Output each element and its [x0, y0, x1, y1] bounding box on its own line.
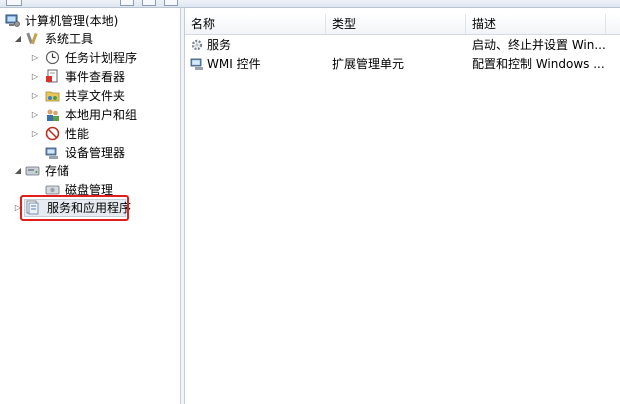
item-type: 扩展管理单元 — [332, 57, 405, 71]
storage-icon — [25, 166, 40, 176]
tree-item-system-tools[interactable]: ◢ 系统工具 — [0, 30, 180, 48]
toolbar-strip — [0, 0, 620, 8]
tools-icon — [26, 32, 38, 45]
tree-item-device-manager[interactable]: 设备管理器 — [0, 144, 180, 162]
tree-item-shared-folders[interactable]: ▷ 共享文件夹 — [0, 87, 180, 105]
tree-label-event-viewer: 事件查看器 — [65, 70, 126, 84]
tree-item-task-scheduler[interactable]: ▷ 任务计划程序 — [0, 49, 180, 67]
shared-folder-icon — [45, 91, 60, 102]
toolbar-button[interactable] — [120, 0, 134, 6]
services-gear-icon — [191, 39, 203, 51]
expand-arrow-icon[interactable]: ▷ — [30, 106, 40, 124]
device-manager-icon — [45, 147, 58, 159]
item-description: 启动、终止并设置 Win... — [472, 38, 606, 52]
tree-label-local-users: 本地用户和组 — [65, 108, 138, 122]
toolbar-button[interactable] — [6, 0, 22, 6]
expand-arrow-icon[interactable]: ▷ — [30, 87, 40, 105]
expand-arrow-icon[interactable]: ▷ — [30, 49, 40, 67]
tree-label-storage: 存储 — [45, 164, 70, 178]
tree-item-event-viewer[interactable]: ▷ 事件查看器 — [0, 68, 180, 86]
tree-item-storage[interactable]: ◢ 存储 — [0, 162, 180, 180]
column-header-description[interactable]: 描述 — [466, 14, 606, 34]
wmi-icon — [190, 58, 203, 70]
event-viewer-icon — [46, 69, 58, 83]
list-item[interactable]: 服务 启动、终止并设置 Win... — [185, 35, 620, 55]
tree-label-shared-folders: 共享文件夹 — [65, 89, 126, 103]
performance-icon — [45, 126, 60, 141]
toolbar-button[interactable] — [142, 0, 156, 6]
expand-arrow-icon[interactable]: ▷ — [30, 68, 40, 86]
tree-label-device-manager: 设备管理器 — [65, 146, 126, 160]
tree-label-task-scheduler: 任务计划程序 — [65, 51, 138, 65]
tree-item-performance[interactable]: ▷ 性能 — [0, 125, 180, 143]
expand-arrow-icon[interactable]: ▷ — [30, 125, 40, 143]
item-name: 服务 — [207, 38, 232, 52]
column-header-name[interactable]: 名称 — [185, 14, 326, 34]
toolbar-button[interactable] — [164, 0, 178, 6]
collapse-arrow-icon[interactable]: ◢ — [13, 30, 23, 48]
collapse-arrow-icon[interactable]: ◢ — [13, 162, 23, 180]
red-annotation-box — [20, 195, 129, 221]
column-header-type[interactable]: 类型 — [326, 14, 466, 34]
clock-icon — [45, 50, 60, 65]
tree-label-root: 计算机管理(本地) — [25, 14, 119, 28]
tree-label-performance: 性能 — [65, 127, 90, 141]
list-item[interactable]: WMI 控件 扩展管理单元 配置和控制 Windows ... — [185, 54, 620, 74]
details-pane[interactable]: 名称 类型 描述 服务 启动、终止并设置 Win... WMI 控件 扩展管理单… — [185, 8, 620, 404]
item-name: WMI 控件 — [207, 57, 261, 71]
users-icon — [47, 109, 59, 121]
tree-item-root[interactable]: 计算机管理(本地) — [0, 12, 180, 30]
computer-management-icon — [5, 14, 20, 27]
column-header: 名称 类型 描述 — [185, 14, 620, 35]
tree-label-system-tools: 系统工具 — [45, 32, 94, 46]
tree-item-local-users[interactable]: ▷ 本地用户和组 — [0, 106, 180, 124]
item-description: 配置和控制 Windows ... — [472, 57, 605, 71]
